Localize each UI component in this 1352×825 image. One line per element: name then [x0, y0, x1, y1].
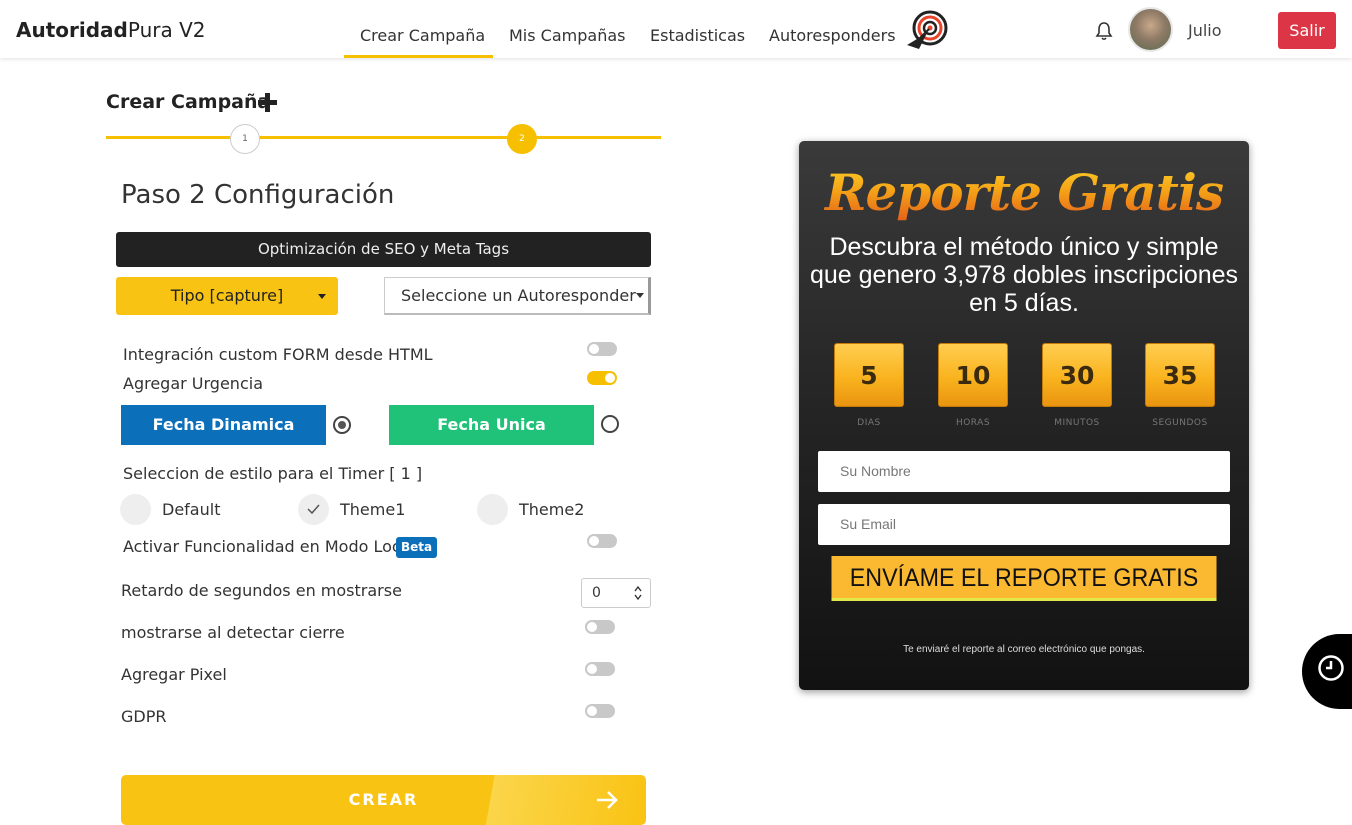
spinner-arrows-icon[interactable]: [634, 585, 642, 601]
countdown-hours-label: HORAS: [955, 418, 991, 428]
beta-badge: Beta: [396, 537, 437, 558]
crear-button-label: CREAR: [348, 790, 419, 809]
timer-style-label: Seleccion de estilo para el Timer [ 1 ]: [123, 464, 423, 483]
step-1[interactable]: 1: [230, 124, 260, 154]
cierre-label: mostrarse al detectar cierre: [121, 623, 345, 642]
avatar[interactable]: [1128, 7, 1173, 52]
send-report-button[interactable]: ENVÍAME EL REPORTE GRATIS: [831, 556, 1217, 601]
countdown-days-label: DIAS: [857, 418, 881, 428]
nav-autoresponders[interactable]: Autoresponders: [769, 26, 896, 45]
pixel-toggle[interactable]: [585, 662, 615, 676]
autoresponder-select-value: Seleccione un Autoresponder: [401, 286, 636, 305]
campaign-preview-card: Reporte Gratis Descubra el método único …: [799, 141, 1249, 690]
countdown-seconds-label: SEGUNDOS: [1152, 418, 1208, 428]
seo-meta-tags-button[interactable]: Optimización de SEO y Meta Tags: [116, 232, 651, 267]
caret-down-icon: [318, 294, 326, 299]
name-field[interactable]: Su Nombre: [818, 451, 1230, 492]
fecha-unica-radio[interactable]: [601, 415, 619, 433]
pixel-label: Agregar Pixel: [121, 665, 227, 684]
stepper-progress-line: [106, 136, 661, 139]
caret-down-icon: [636, 293, 644, 298]
brand-light: Pura V2: [127, 18, 206, 42]
crear-button[interactable]: CREAR: [121, 775, 646, 825]
retardo-number-input[interactable]: 0: [581, 578, 651, 608]
theme2-radio[interactable]: [477, 494, 508, 525]
theme-default-label: Default: [162, 500, 221, 519]
brand-logo[interactable]: AutoridadPura V2: [16, 18, 206, 42]
step-2[interactable]: 2: [507, 124, 537, 154]
nav-crear-campana[interactable]: Crear Campaña: [360, 26, 485, 45]
theme1-radio[interactable]: [298, 494, 329, 525]
tipo-dropdown[interactable]: Tipo [capture]: [116, 277, 338, 315]
preview-subtitle: Descubra el método único y simple que ge…: [809, 233, 1239, 317]
fecha-dinamica-button[interactable]: Fecha Dinamica: [121, 405, 326, 445]
nav-estadisticas[interactable]: Estadisticas: [650, 26, 745, 45]
logout-button[interactable]: Salir: [1278, 12, 1336, 49]
custom-form-toggle[interactable]: [587, 342, 617, 356]
retardo-value: 0: [592, 585, 601, 601]
theme1-label: Theme1: [340, 500, 406, 519]
nav-mis-campanas[interactable]: Mis Campañas: [509, 26, 625, 45]
autoresponder-select[interactable]: Seleccione un Autoresponder: [384, 277, 651, 315]
check-icon: [307, 504, 320, 514]
gdpr-toggle[interactable]: [585, 704, 615, 718]
urgencia-label: Agregar Urgencia: [123, 374, 263, 393]
retardo-label: Retardo de segundos en mostrarse: [121, 581, 402, 600]
theme2-label: Theme2: [519, 500, 585, 519]
plus-icon[interactable]: [258, 93, 277, 112]
countdown-hours: 10: [938, 343, 1008, 407]
lock-mode-label: Activar Funcionalidad en Modo Lock: [123, 537, 410, 556]
target-arrow-icon: [907, 10, 948, 49]
theme-default-radio[interactable]: [120, 494, 151, 525]
lock-mode-toggle[interactable]: [587, 534, 617, 548]
fecha-dinamica-radio[interactable]: [333, 416, 351, 434]
custom-form-label: Integración custom FORM desde HTML: [123, 345, 433, 364]
email-field[interactable]: Su Email: [818, 504, 1230, 545]
username[interactable]: Julio: [1188, 21, 1222, 40]
page-title: Crear Campaña: [106, 91, 271, 113]
top-navbar: AutoridadPura V2 Crear Campaña Mis Campa…: [0, 0, 1352, 58]
countdown-days: 5: [834, 343, 904, 407]
fecha-unica-button[interactable]: Fecha Unica: [389, 405, 594, 445]
active-tab-indicator: [344, 55, 493, 58]
clock-floating-button[interactable]: [1302, 634, 1352, 709]
gdpr-label: GDPR: [121, 707, 167, 726]
bell-icon[interactable]: [1095, 21, 1113, 41]
preview-title: Reporte Gratis: [799, 163, 1249, 222]
countdown-seconds: 35: [1145, 343, 1215, 407]
step-heading: Paso 2 Configuración: [121, 180, 395, 210]
brand-bold: Autoridad: [16, 18, 128, 42]
cierre-toggle[interactable]: [585, 620, 615, 634]
tipo-dropdown-label: Tipo [capture]: [170, 286, 284, 305]
preview-footer-note: Te enviaré el reporte al correo electrón…: [903, 644, 1145, 655]
arrow-right-icon: [597, 791, 618, 809]
urgencia-toggle[interactable]: [587, 371, 617, 385]
countdown-minutes: 30: [1042, 343, 1112, 407]
countdown-minutes-label: MINUTOS: [1054, 418, 1100, 428]
clock-icon: [1318, 655, 1344, 681]
